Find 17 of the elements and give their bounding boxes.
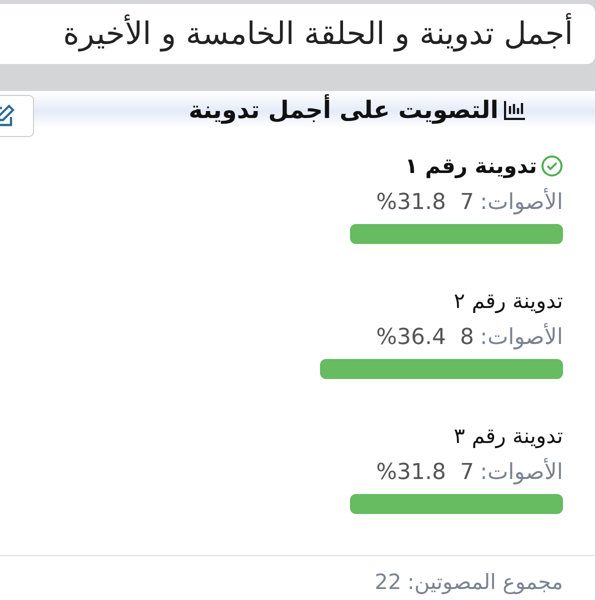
edit-button[interactable] [0,95,34,137]
bar-chart-icon [504,100,526,120]
votes-label: الأصوات: [480,460,563,485]
total-count: 22 [374,570,402,594]
total-label: مجموع المصوتين: [407,570,563,594]
vote-count: 7 [460,460,474,485]
option-label: تدوينة رقم ٢ [454,289,563,314]
vote-count: 8 [460,324,474,350]
option-label: تدوينة رقم ١ [404,154,537,178]
vote-count: 7 [460,190,474,215]
vote-percent: %31.8 [376,460,446,485]
poll-title: التصويت على أجمل تدوينة [188,96,498,124]
vote-percent: %31.8 [376,190,446,215]
votes-label: الأصوات: [480,190,563,215]
votes-label: الأصوات: [480,324,563,350]
option-label: تدوينة رقم ٣ [454,424,563,448]
vote-percent: %36.4 [376,324,446,350]
